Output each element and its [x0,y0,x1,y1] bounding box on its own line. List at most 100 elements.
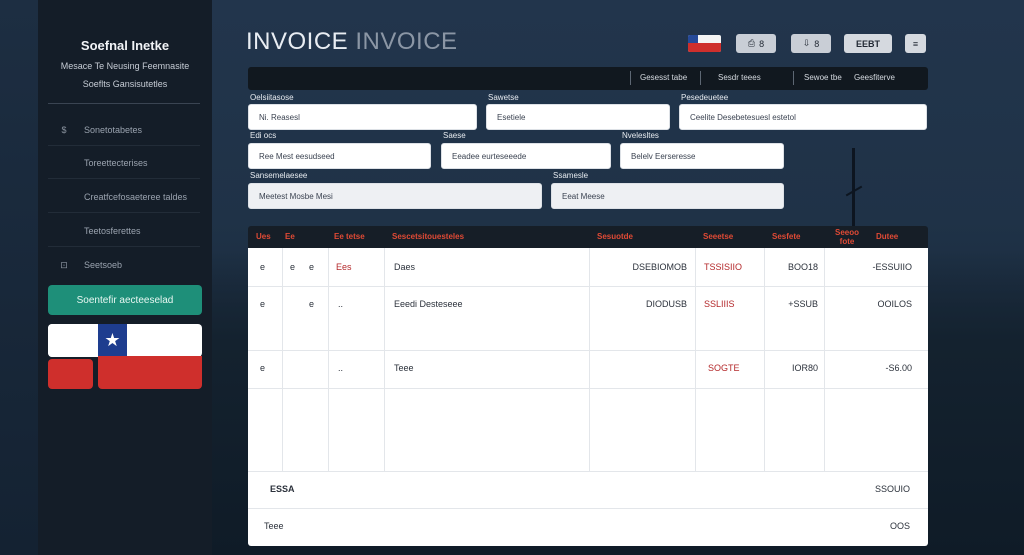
cell-rate: SOGTE [708,363,740,373]
sidebar-item-4[interactable]: Teetosferettes [48,215,200,247]
column-header: Ues [256,232,271,241]
cell-rate: TSSISIIO [704,262,743,272]
column-divider [589,248,590,471]
flag-white-field [48,324,96,357]
city-field[interactable]: Eeadee eurteseeede [441,143,611,169]
toolbar-item-3[interactable]: Sewoe tbe [804,73,842,82]
field-label: Ssamesle [553,171,589,180]
cell-amount: -S6.00 [885,363,912,373]
column-header: Sescetsitouesteles [392,232,465,241]
cell-tax: IOR80 [791,363,818,373]
flag-red-block-right [98,356,202,389]
cell-tax: BOO18 [787,262,818,272]
cell-code: .. [338,299,344,309]
print-button[interactable]: ⎙ 8 [736,34,776,53]
cell-quantity: DIODUSB [645,299,687,309]
sidebar-item-label: Creatfcefosaeteree taldes [84,191,188,202]
flag-band [688,43,721,52]
toolbar-item-4[interactable]: Geesfiterve [854,73,895,82]
toolbar-separator [630,71,631,85]
dollar-icon: $ [61,124,67,135]
column-divider [282,248,283,471]
line-items-table-header: Ues Ee Ee tetse Sescetsitouesteles Sesuo… [248,226,928,248]
column-header: Seeoo fote [835,228,860,246]
field-label: Sansemelaesee [250,171,308,180]
cell-description: Eeedi Desteseee [394,299,463,309]
column-divider [695,248,696,471]
download-icon: ⇩ [802,38,811,48]
sidebar-subtitle-secondary: Soeflts Gansisutetles [82,79,168,89]
cell-amount: OOILOS [877,299,912,309]
country-field[interactable]: Belelv Eerseresse [620,143,784,169]
total-value: OOS [889,521,910,531]
sidebar: Soefnal Inetke Mesace Te Neusing Feemnas… [38,0,212,555]
background-edge [0,0,38,555]
title-secondary: INVOICE [355,28,458,55]
page-title: INVOICE INVOICE [246,28,458,56]
field-label: Oelsiitasose [250,93,294,102]
cell-code: Ees [336,262,352,272]
download-button-label: 8 [814,38,820,49]
column-header: Ee [285,232,295,241]
total-label: Teee [264,521,284,531]
cell-description: Teee [394,363,414,373]
cell-amount: -ESSUIIO [872,262,912,272]
subtotal-row: ESSA SSOUIO [248,471,928,508]
sidebar-item-label: Toreettecterises [84,157,148,168]
field-label: Sawetse [488,93,519,102]
field-label: Saese [443,131,466,140]
address-field[interactable]: Ree Mest eesudseed [248,143,431,169]
sidebar-item-label: Teetosferettes [84,225,141,236]
customer-field[interactable]: Ni. Reasesl [248,104,477,130]
reference-field[interactable]: Meetest Mosbe Mesi [248,183,542,209]
cell-index: e [260,262,266,272]
download-button[interactable]: ⇩ 8 [791,34,831,53]
sidebar-action-button[interactable]: Soentefir aecteeselad [48,285,202,315]
menu-icon[interactable]: ≡ [905,34,926,53]
row-divider [248,388,928,389]
service-field[interactable]: Esetiele [486,104,670,130]
total-row: Teee OOS [248,508,928,546]
sidebar-item-5[interactable]: ⊡ Seetsoeb [48,249,200,281]
flag-red-block-left [48,359,93,389]
sidebar-item-3[interactable]: Creatfcefosaeteree taldes [48,181,200,213]
language-flag-icon[interactable] [688,35,721,52]
cell-mark: e [309,299,315,309]
cell-description: Daes [394,262,416,272]
row-divider [248,286,928,287]
cell-flag: e [290,262,296,272]
description-field[interactable]: Ceelite Desebetesuesl estetol [679,104,927,130]
column-divider [328,248,329,471]
due-date-field[interactable]: Eeat Meese [551,183,784,209]
sidebar-item-label: Sonetotabetes [84,124,143,135]
cell-index: e [260,363,266,373]
title-primary: INVOICE [246,28,349,55]
sidebar-brand: Soefnal Inetke [80,38,170,53]
flag-image: ★ [48,324,202,357]
toolbar-item-1[interactable]: Gesesst tabe [640,73,687,82]
column-header: Sesfete [772,232,801,241]
subtotal-value: SSOUIO [874,484,910,494]
field-label: Pesedeuetee [681,93,729,102]
line-items-table: e e e Ees Daes DSEBIOMOB TSSISIIO BOO18 … [248,248,928,471]
field-label: Edi ocs [250,131,277,140]
toolbar-item-2[interactable]: Sesdr teees [718,73,761,82]
toolbar-separator [700,71,701,85]
settings-icon: ⊡ [60,259,68,270]
sidebar-item-2[interactable]: Toreettecterises [48,147,200,179]
print-icon: ⎙ [747,38,756,48]
flag-canton [688,35,698,43]
cell-code: .. [338,363,344,373]
cell-tax: +SSUB [788,299,818,309]
star-icon: ★ [98,324,127,357]
column-header: Dutee [876,232,899,241]
edit-button[interactable]: EEBT [844,34,892,53]
column-divider [824,248,825,471]
sidebar-item-1[interactable]: $ Sonetotabetes [48,114,200,146]
cell-rate: SSLIIIS [704,299,735,309]
column-header: Sesuotde [597,232,634,241]
invoice-toolbar: Gesesst tabe Sesdr teees Sewoe tbe Geesf… [248,67,928,90]
subtotal-label: ESSA [270,484,295,494]
sidebar-item-label: Seetsoeb [84,260,123,270]
print-button-label: 8 [759,38,765,49]
